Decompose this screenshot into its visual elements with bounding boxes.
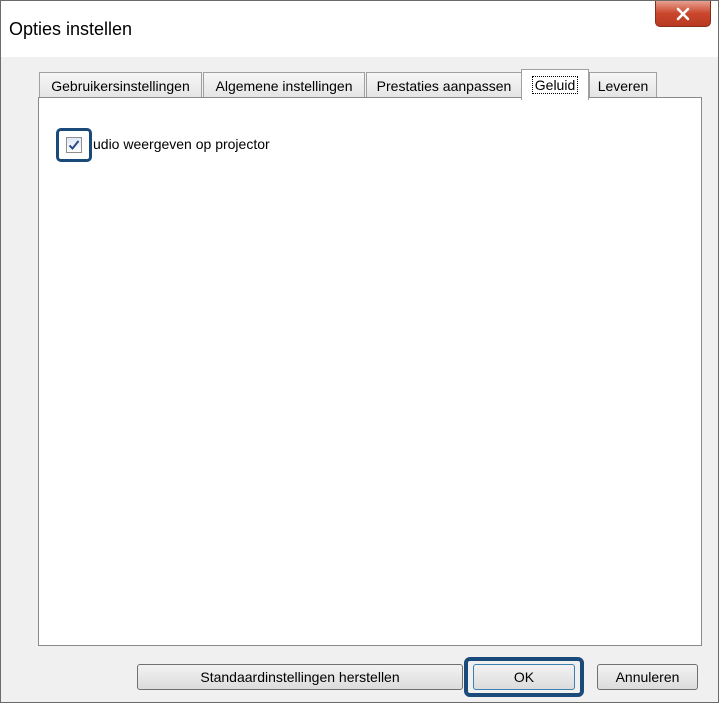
sound-settings-panel bbox=[38, 97, 702, 646]
tab-prestaties-aanpassen[interactable]: Prestaties aanpassen bbox=[366, 72, 522, 98]
tab-label: Geluid bbox=[531, 76, 579, 94]
ok-button[interactable]: OK bbox=[473, 664, 575, 690]
close-x-icon bbox=[676, 7, 690, 20]
cancel-button[interactable]: Annuleren bbox=[597, 664, 698, 690]
tab-leveren[interactable]: Leveren bbox=[589, 72, 657, 98]
audio-checkbox-highlight bbox=[56, 128, 92, 162]
tab-label: Algemene instellingen bbox=[215, 77, 353, 94]
tab-geluid[interactable]: Geluid bbox=[521, 69, 589, 100]
audio-on-projector-checkbox[interactable] bbox=[66, 137, 82, 153]
restore-defaults-button[interactable]: Standaardinstellingen herstellen bbox=[137, 664, 463, 690]
tab-gebruikersinstellingen[interactable]: Gebruikersinstellingen bbox=[39, 72, 202, 98]
tab-label: Prestaties aanpassen bbox=[376, 77, 512, 94]
window-title: Opties instellen bbox=[9, 19, 133, 39]
title-bar: Opties instellen bbox=[1, 1, 718, 57]
tab-label: Leveren bbox=[597, 77, 649, 94]
close-button[interactable] bbox=[655, 1, 711, 27]
options-dialog: Opties instellen Gebruikersinstellingen … bbox=[0, 0, 719, 703]
checkmark-icon bbox=[68, 140, 80, 150]
audio-checkbox-label: udio weergeven op projector bbox=[93, 136, 270, 152]
tab-algemene-instellingen[interactable]: Algemene instellingen bbox=[203, 72, 365, 98]
tab-label: Gebruikersinstellingen bbox=[51, 77, 190, 94]
